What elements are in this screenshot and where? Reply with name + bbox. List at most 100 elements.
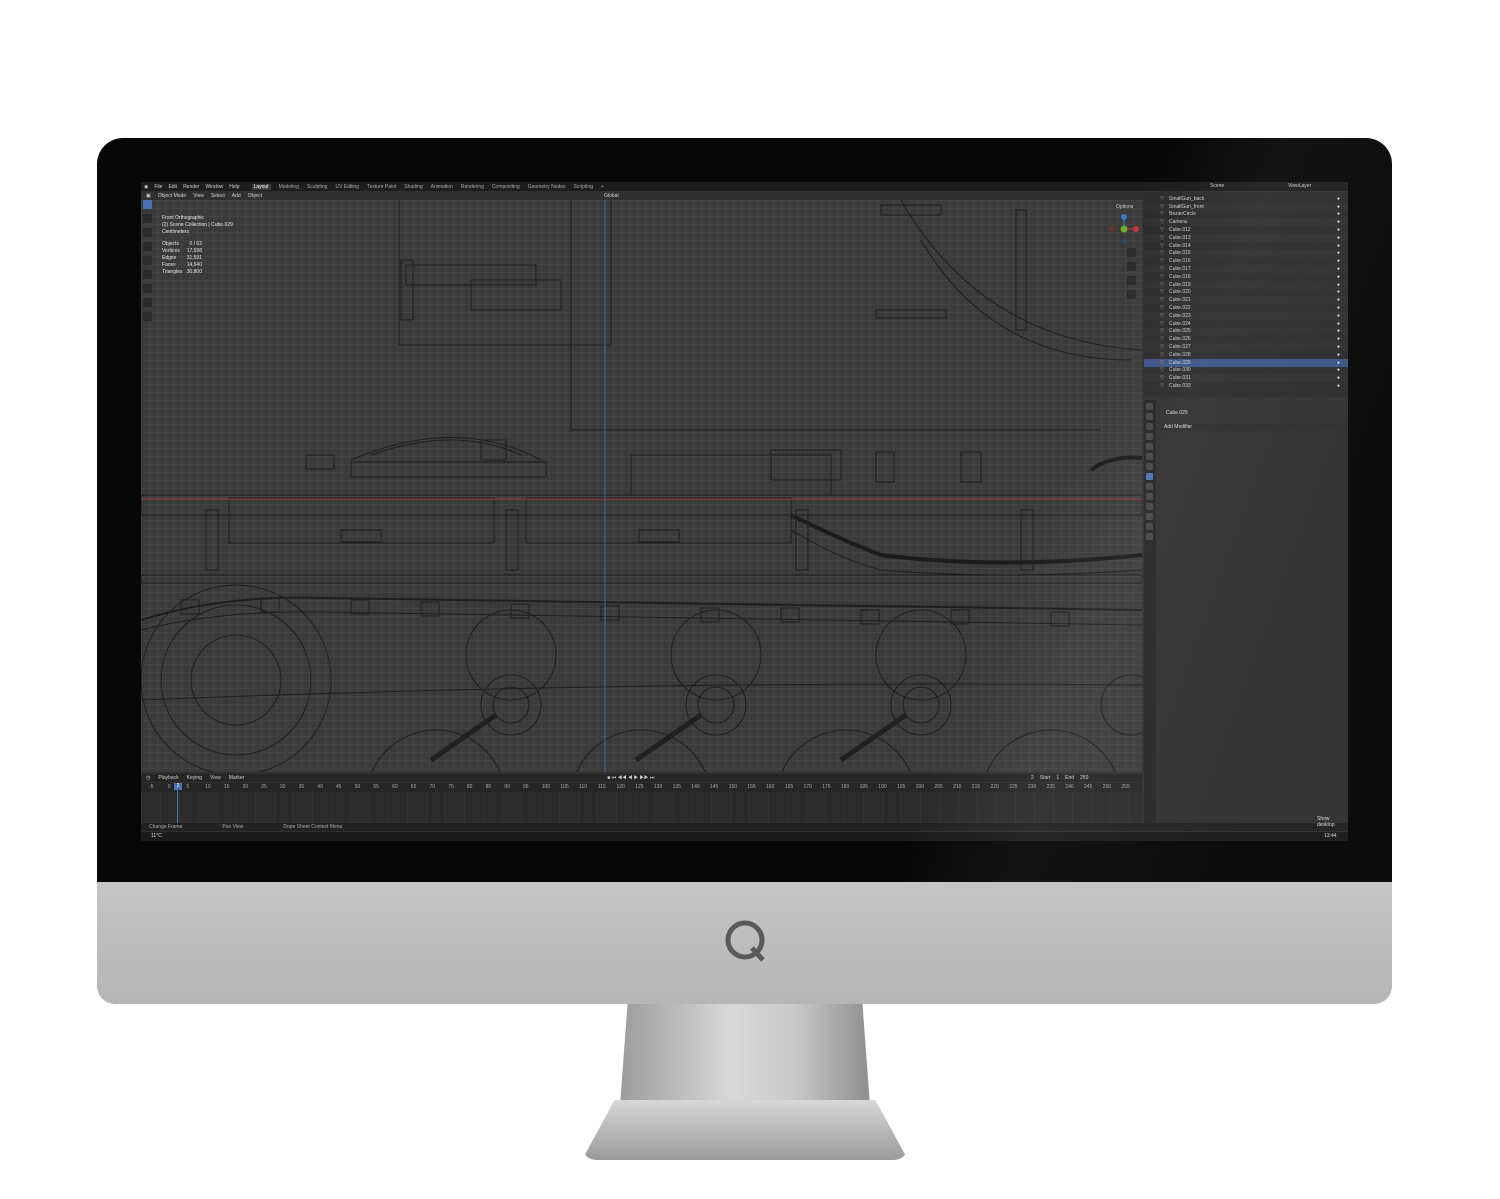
- timeline-ruler[interactable]: -5 0 5 10 15 20 25 30 35 40 45 50 55 60 65 70 75 80 85 90 95…: [141, 783, 1142, 792]
- tab-sculpting[interactable]: Sculpting: [307, 184, 328, 190]
- timeline-editor-icon[interactable]: ◷: [146, 775, 150, 781]
- outliner-row[interactable]: ▽ Cube.025 ●: [1144, 327, 1348, 336]
- annotate-tool-icon[interactable]: [143, 284, 152, 293]
- navigation-gizmo[interactable]: [1109, 214, 1139, 244]
- outliner-row[interactable]: ▽ Cube.017 ●: [1144, 265, 1348, 273]
- rotate-tool-icon[interactable]: [143, 242, 152, 251]
- data-tab-icon[interactable]: [1146, 513, 1153, 520]
- menu-window[interactable]: Window: [205, 184, 223, 190]
- tab-shading[interactable]: Shading: [404, 184, 422, 190]
- playback-controls[interactable]: ■ ⏮ ◀◀ ◀ ▶ ▶▶ ⏭: [607, 775, 654, 781]
- tab-compositing[interactable]: Compositing: [492, 184, 520, 190]
- select-tool-icon[interactable]: [143, 200, 152, 209]
- visibility-eye-icon[interactable]: ●: [1337, 336, 1340, 342]
- blender-logo-icon[interactable]: ◉: [144, 184, 148, 190]
- measure-tool-icon[interactable]: [143, 298, 152, 307]
- current-frame-field[interactable]: 2: [1031, 775, 1034, 781]
- outliner-row[interactable]: ▽ SmallGun_front ●: [1144, 202, 1348, 211]
- outliner-row[interactable]: ▽ Cube.028 ●: [1144, 351, 1348, 359]
- start-frame-field[interactable]: 1: [1056, 775, 1059, 781]
- outliner-row[interactable]: ▽ Cube.014 ●: [1144, 242, 1348, 250]
- visibility-eye-icon[interactable]: ●: [1337, 313, 1340, 319]
- visibility-eye-icon[interactable]: ●: [1337, 297, 1340, 303]
- menu-object[interactable]: Object: [248, 193, 262, 199]
- outliner-row[interactable]: ▽ SmallGun_back ●: [1144, 195, 1348, 203]
- pan-hand-icon[interactable]: [1127, 262, 1136, 271]
- view-layer-selector[interactable]: ViewLayer: [1288, 183, 1311, 189]
- visibility-eye-icon[interactable]: ●: [1337, 375, 1340, 381]
- texture-tab-icon[interactable]: [1146, 533, 1153, 540]
- outliner-row[interactable]: ▽ BezierCircle ●: [1144, 211, 1348, 219]
- visibility-eye-icon[interactable]: ●: [1337, 211, 1340, 217]
- constraints-tab-icon[interactable]: [1146, 503, 1153, 510]
- scene-selector[interactable]: Scene: [1210, 183, 1224, 189]
- menu-marker[interactable]: Marker: [229, 775, 245, 781]
- add-cube-tool-icon[interactable]: [143, 312, 152, 321]
- outliner-row[interactable]: ▽ Cube.024 ●: [1144, 320, 1348, 328]
- tab-animation[interactable]: Animation: [431, 184, 453, 190]
- outliner-row[interactable]: ▽ Cube.020 ●: [1144, 289, 1348, 297]
- move-tool-icon[interactable]: [143, 228, 152, 237]
- playhead[interactable]: 2: [174, 783, 182, 790]
- outliner-row[interactable]: ▽ Cube.026 ●: [1144, 335, 1348, 343]
- particles-tab-icon[interactable]: [1146, 483, 1153, 490]
- editor-type-icon[interactable]: ▣: [146, 193, 151, 199]
- outliner-row[interactable]: ▽ Cube.021 ●: [1144, 296, 1348, 305]
- tool-tab-icon[interactable]: [1146, 403, 1153, 410]
- outliner-row[interactable]: ▽ Cube.013 ●: [1144, 234, 1348, 242]
- tab-modeling[interactable]: Modeling: [279, 184, 299, 190]
- visibility-eye-icon[interactable]: ●: [1337, 219, 1340, 225]
- object-tab-icon[interactable]: [1146, 463, 1153, 470]
- world-tab-icon[interactable]: [1146, 453, 1153, 460]
- menu-keying[interactable]: Keying: [187, 775, 202, 781]
- render-tab-icon[interactable]: [1146, 413, 1153, 420]
- visibility-eye-icon[interactable]: ●: [1337, 360, 1340, 366]
- timeline-body[interactable]: [141, 792, 1142, 822]
- visibility-eye-icon[interactable]: ●: [1337, 235, 1340, 241]
- options-dropdown[interactable]: Options: [1116, 204, 1133, 210]
- scene-tab-icon[interactable]: [1146, 443, 1153, 450]
- show-desktop-button[interactable]: Show desktop: [1317, 816, 1348, 828]
- outliner-row[interactable]: ▽ Cube.029 ●: [1144, 358, 1348, 367]
- visibility-eye-icon[interactable]: ●: [1337, 282, 1340, 288]
- orientation-dropdown[interactable]: Global: [604, 193, 618, 199]
- menu-playback[interactable]: Playback: [158, 775, 178, 781]
- outliner-row[interactable]: ▽ Cube.031 ●: [1144, 374, 1348, 383]
- material-tab-icon[interactable]: [1146, 523, 1153, 530]
- modifier-tab-icon[interactable]: [1146, 473, 1153, 480]
- visibility-eye-icon[interactable]: ●: [1337, 352, 1340, 358]
- visibility-eye-icon[interactable]: ●: [1337, 344, 1340, 350]
- visibility-eye-icon[interactable]: ●: [1337, 383, 1340, 389]
- outliner-row[interactable]: ▽ Cube.019 ●: [1144, 280, 1348, 289]
- visibility-eye-icon[interactable]: ●: [1337, 289, 1340, 295]
- view-layer-tab-icon[interactable]: [1146, 433, 1153, 440]
- output-tab-icon[interactable]: [1146, 423, 1153, 430]
- visibility-eye-icon[interactable]: ●: [1337, 321, 1340, 327]
- outliner-row[interactable]: ▽ Cube.022 ●: [1144, 304, 1348, 312]
- visibility-eye-icon[interactable]: ●: [1337, 367, 1340, 373]
- add-modifier-button[interactable]: Add Modifier: [1161, 424, 1347, 431]
- menu-render[interactable]: Render: [183, 184, 199, 190]
- visibility-eye-icon[interactable]: ●: [1337, 305, 1340, 311]
- visibility-eye-icon[interactable]: ●: [1337, 204, 1340, 210]
- visibility-eye-icon[interactable]: ●: [1337, 266, 1340, 272]
- outliner-row[interactable]: ▽ Cube.030 ●: [1144, 367, 1348, 375]
- tab-geometry-nodes[interactable]: Geometry Nodes: [528, 184, 566, 190]
- transform-tool-icon[interactable]: [143, 270, 152, 279]
- menu-view[interactable]: View: [193, 193, 204, 199]
- visibility-eye-icon[interactable]: ●: [1337, 243, 1340, 249]
- cursor-tool-icon[interactable]: [143, 214, 152, 223]
- visibility-eye-icon[interactable]: ●: [1337, 274, 1340, 280]
- outliner-row[interactable]: ▽ Cube.023 ●: [1144, 312, 1348, 320]
- mode-dropdown[interactable]: Object Mode: [158, 193, 186, 199]
- outliner-row[interactable]: ▽ Camera ●: [1144, 218, 1348, 227]
- grid-view-icon[interactable]: [1127, 290, 1136, 299]
- visibility-eye-icon[interactable]: ●: [1337, 328, 1340, 334]
- outliner-row[interactable]: ▽ Cube.012 ●: [1144, 226, 1348, 234]
- visibility-eye-icon[interactable]: ●: [1337, 196, 1340, 202]
- menu-help[interactable]: Help: [229, 184, 239, 190]
- zoom-icon[interactable]: [1127, 248, 1136, 257]
- tab-uv-editing[interactable]: UV Editing: [335, 184, 359, 190]
- outliner-row[interactable]: ▽ Cube.033 ●: [1144, 382, 1348, 390]
- add-workspace-button[interactable]: +: [601, 184, 604, 190]
